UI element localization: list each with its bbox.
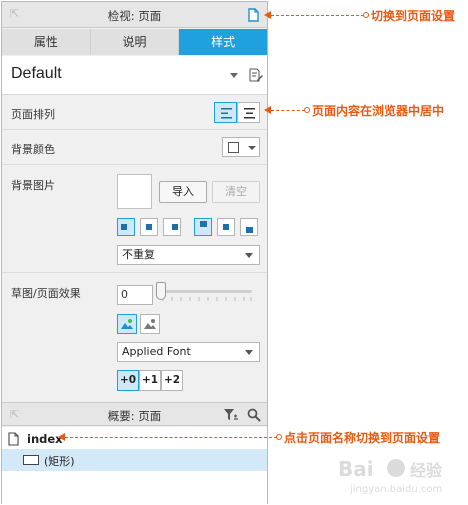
- sketchiness-slider-track[interactable]: [162, 290, 252, 293]
- h-align-right-button[interactable]: [163, 218, 181, 236]
- filter-icon[interactable]: [224, 409, 238, 421]
- h-align-right-icon: [172, 224, 178, 230]
- page-icon[interactable]: [248, 8, 259, 22]
- tree-item-page[interactable]: index: [2, 428, 267, 450]
- svg-text:Bai: Bai: [338, 457, 374, 481]
- page-alignment-group: [214, 102, 260, 123]
- tree-item-rectangle[interactable]: (矩形): [2, 449, 267, 471]
- watermark-logo: Bai 经验 jingyan.baidu.com: [338, 457, 443, 495]
- import-button[interactable]: 导入: [159, 181, 207, 203]
- sketchiness-slider-thumb[interactable]: [156, 282, 166, 300]
- outline-tree: index (矩形): [2, 427, 267, 504]
- inspector-panel: ⇱ 检视: 页面 属性 说明 样式 Default 页面排列 背景颜色 背景图片…: [1, 1, 268, 504]
- slider-ticks: [162, 297, 252, 301]
- background-image-label: 背景图片: [11, 179, 55, 192]
- callout-switch-to-page: 切换到页面设置: [371, 9, 456, 23]
- background-color-row: 背景颜色: [2, 130, 267, 165]
- callout-dot: [363, 12, 369, 18]
- font-select[interactable]: Applied Font: [117, 342, 260, 362]
- h-align-left-icon: [121, 224, 127, 230]
- align-center-button[interactable]: [237, 102, 260, 123]
- callout-line: [65, 437, 277, 438]
- h-align-center-button[interactable]: [140, 218, 158, 236]
- sketch-label: 草图/页面效果: [11, 287, 81, 300]
- style-name: Default: [11, 65, 62, 82]
- sketchiness-input[interactable]: 0: [117, 285, 153, 305]
- tab-properties[interactable]: 属性: [2, 29, 91, 55]
- style-header: Default: [2, 56, 267, 95]
- v-align-top-icon: [200, 221, 207, 227]
- chevron-down-icon: [245, 350, 253, 355]
- callout-line: [271, 110, 305, 111]
- background-image-preview[interactable]: [117, 174, 152, 209]
- align-center-icon: [244, 108, 255, 119]
- inspector-tabs: 属性 说明 样式: [2, 29, 268, 55]
- tab-notes[interactable]: 说明: [90, 29, 180, 55]
- grayscale-image-icon: [144, 319, 156, 329]
- background-color-label: 背景颜色: [11, 143, 55, 156]
- v-align-bottom-button[interactable]: [240, 218, 258, 236]
- callout-dot: [276, 434, 282, 440]
- outline-titlebar: ⇱ 概要: 页面: [2, 402, 267, 426]
- repeat-select[interactable]: 不重复: [117, 245, 260, 265]
- tree-item-label: (矩形): [44, 455, 75, 468]
- align-left-icon: [221, 108, 232, 119]
- callout-center-page: 页面内容在浏览器中居中: [312, 104, 445, 118]
- color-swatch: [228, 142, 239, 153]
- align-left-button[interactable]: [214, 102, 237, 123]
- inspector-title: 检视: 页面: [107, 9, 162, 23]
- callout-arrowhead: [264, 11, 271, 19]
- line-width-2-button[interactable]: +2: [161, 370, 183, 391]
- h-align-left-button[interactable]: [117, 218, 135, 236]
- callout-click-page-name: 点击页面名称切换到页面设置: [284, 431, 441, 445]
- tab-style[interactable]: 样式: [179, 29, 268, 55]
- page-alignment-row: 页面排列: [2, 95, 267, 130]
- svg-text:经验: 经验: [410, 461, 443, 480]
- v-align-top-button[interactable]: [194, 218, 212, 236]
- line-width-0-button[interactable]: +0: [117, 370, 139, 391]
- repeat-select-value: 不重复: [122, 248, 155, 261]
- h-align-center-icon: [146, 224, 152, 230]
- edit-style-icon[interactable]: [249, 68, 263, 82]
- color-image-icon: [121, 319, 133, 329]
- search-icon[interactable]: [247, 408, 261, 422]
- line-width-group: +0 +1 +2: [117, 370, 183, 391]
- page-icon: [8, 432, 19, 446]
- clear-button[interactable]: 清空: [212, 181, 260, 203]
- page-alignment-label: 页面排列: [11, 108, 55, 121]
- v-align-bottom-icon: [246, 227, 253, 233]
- background-color-picker[interactable]: [222, 137, 260, 157]
- callout-line: [271, 15, 364, 16]
- style-dropdown-arrow[interactable]: [230, 73, 238, 78]
- line-width-1-button[interactable]: +1: [139, 370, 161, 391]
- rectangle-icon: [23, 455, 39, 465]
- svg-text:jingyan.baidu.com: jingyan.baidu.com: [349, 484, 442, 495]
- chevron-down-icon: [245, 253, 253, 258]
- callout-arrowhead: [58, 433, 65, 441]
- font-select-value: Applied Font: [122, 345, 191, 358]
- callout-arrowhead: [264, 106, 271, 114]
- v-align-middle-button[interactable]: [217, 218, 235, 236]
- color-mode-button[interactable]: [117, 314, 137, 334]
- inspector-titlebar: ⇱ 检视: 页面: [2, 2, 267, 28]
- v-align-middle-icon: [223, 224, 229, 230]
- callout-dot: [304, 107, 310, 113]
- grayscale-mode-button[interactable]: [140, 314, 160, 334]
- chevron-down-icon: [248, 146, 256, 150]
